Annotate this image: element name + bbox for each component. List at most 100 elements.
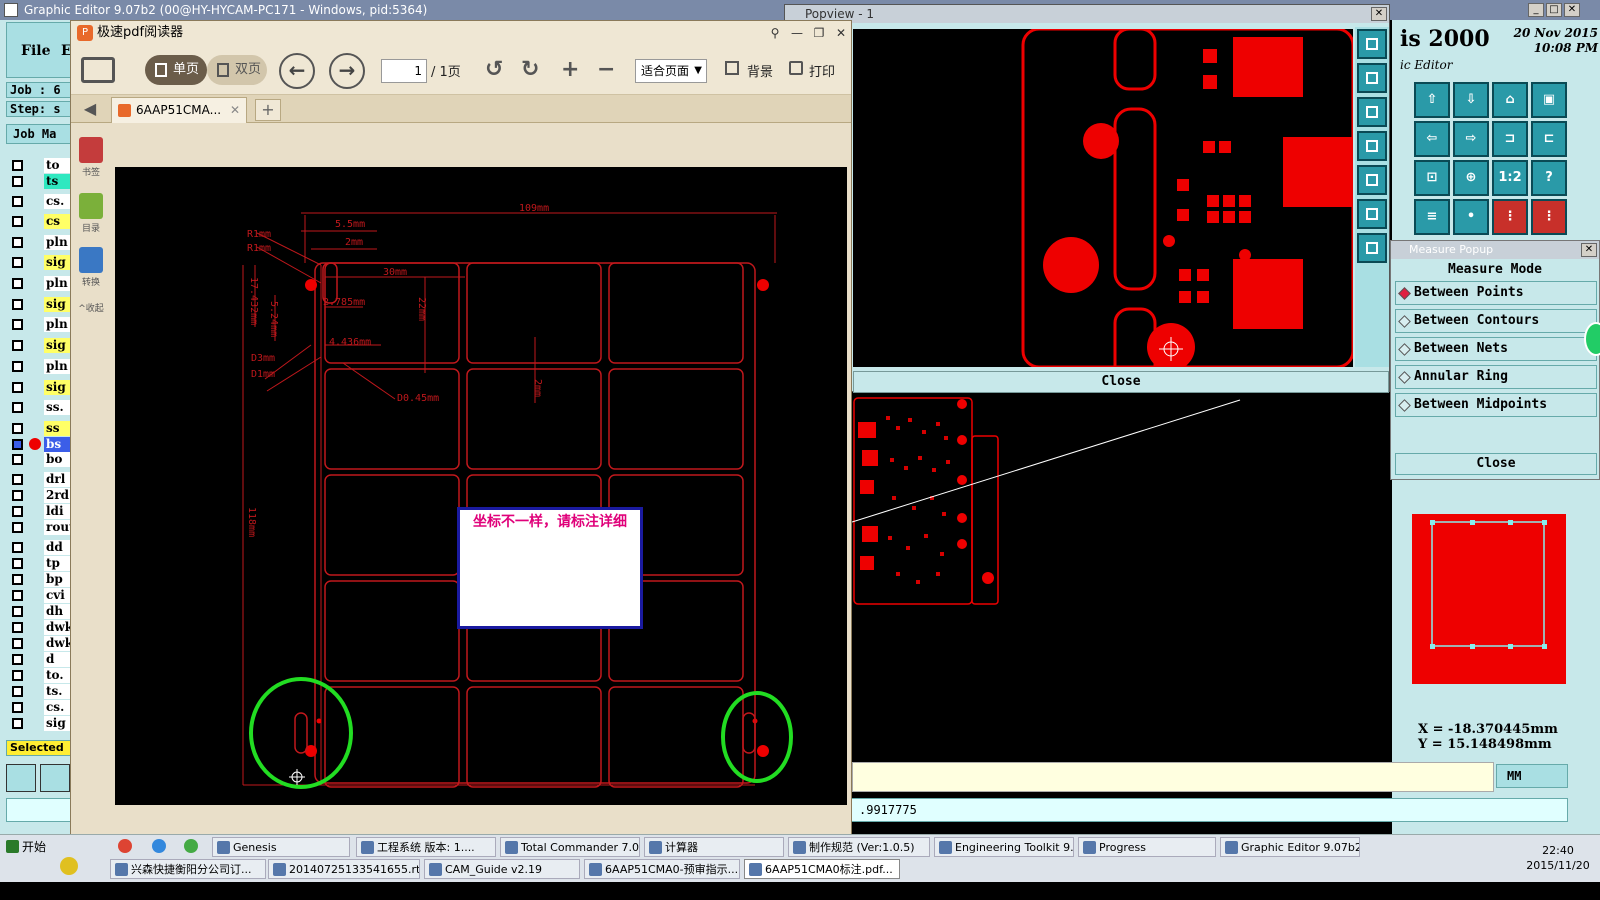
layer-checkbox[interactable] [12,160,23,171]
layer-checkbox[interactable] [12,319,23,330]
option-between-contours[interactable]: Between Contours [1395,309,1597,333]
taskbar-app[interactable]: 计算器 [644,837,784,857]
layer-row[interactable]: ts. [10,684,72,699]
zoom-out-icon[interactable] [1357,233,1387,263]
layer-row[interactable]: bo [10,452,72,467]
layer-row[interactable]: sig [10,338,72,353]
home-icon[interactable]: ⌂ [1492,82,1528,118]
layer-checkbox[interactable] [12,439,23,450]
popview-title-bar[interactable]: Popview - 1 [785,5,1389,23]
layer-row[interactable]: pln [10,317,72,332]
open-folder-icon[interactable] [81,57,115,83]
layer-row[interactable]: dwk [10,636,72,651]
layer-row[interactable]: dwk [10,620,72,635]
layer-checkbox[interactable] [12,257,23,268]
taskbar-app[interactable]: 制作规范 (Ver:1.0.5) [788,837,930,857]
right-arrow-icon[interactable]: ⇨ [1453,121,1489,157]
print-button[interactable]: 打印 [809,61,835,80]
pdf-page-canvas[interactable]: 109mm 5.5mm 2mm R1mm R1mm 30mm 2.785mm 4… [115,167,847,805]
sidebar-item-convert[interactable]: 转换 [75,247,107,288]
background-button[interactable]: 背景 [747,61,773,80]
line-icon[interactable]: • [1453,199,1489,235]
pdf-menu-icon[interactable]: ⚲ [765,23,785,43]
layer-checkbox[interactable] [12,558,23,569]
pdf-title-bar[interactable]: P 极速pdf阅读器 [71,21,851,45]
frame-icon[interactable]: ▣ [1531,82,1567,118]
units-button[interactable]: MM [1496,764,1568,788]
browser-icon[interactable] [118,839,132,853]
taskbar-app[interactable]: Progress [1078,837,1216,857]
sidebar-collapse-button[interactable]: ^收起 [75,301,107,314]
zoom-in-icon[interactable]: + [561,57,579,83]
layer-checkbox[interactable] [12,237,23,248]
layer-row[interactable]: cs. [10,700,72,715]
comment-callout[interactable]: 坐标不一样，请标注详细 [457,507,643,629]
layer-checkbox[interactable] [12,638,23,649]
tab-document[interactable]: 6AAP51CMA... ✕ [111,97,247,123]
option-between-points[interactable]: Between Points [1395,281,1597,305]
layer-stack-icon[interactable]: ⋮ [1492,199,1528,235]
layer-row[interactable]: 2rd [10,488,72,503]
layer-row[interactable]: pln [10,276,72,291]
layer-row[interactable]: sig [10,716,72,731]
layer-checkbox[interactable] [12,718,23,729]
layer-checkbox[interactable] [12,622,23,633]
measure-close-icon[interactable]: ✕ [1581,243,1597,257]
zoom-in-icon[interactable] [1357,199,1387,229]
clock[interactable]: 22:40 2015/11/20 [1520,843,1596,873]
system-tray[interactable] [1380,841,1510,879]
layer-row[interactable]: rout [10,520,72,535]
maximize-icon[interactable]: □ [1546,3,1562,17]
scale-icon[interactable]: 1:2 [1492,160,1528,196]
taskbar-app[interactable]: 20140725133541655.rtf... [268,859,420,879]
layer-checkbox[interactable] [12,196,23,207]
layer-row[interactable]: cs [10,214,72,229]
net-icon[interactable]: ⋮ [1531,199,1567,235]
layer-row[interactable]: pln [10,359,72,374]
ie-icon[interactable] [152,839,166,853]
double-page-button[interactable]: 双页 [207,55,267,85]
minimize-icon[interactable]: _ [1528,3,1544,17]
measure-title-bar[interactable]: Measure Popup [1391,241,1599,259]
pan-down-icon[interactable] [1357,97,1387,127]
center-icon[interactable]: ⊕ [1453,160,1489,196]
layer-checkbox[interactable] [12,574,23,585]
measure-tool-icon[interactable] [40,764,70,792]
layer-checkbox[interactable] [12,542,23,553]
layer-checkbox[interactable] [12,670,23,681]
pdf-maximize-icon[interactable]: ❐ [809,23,829,43]
printer-icon[interactable] [789,61,803,75]
single-page-button[interactable]: 单页 [145,55,207,85]
layer-checkbox[interactable] [12,522,23,533]
layer-row[interactable]: pln [10,235,72,250]
down-arrow-icon[interactable]: ⇩ [1453,82,1489,118]
fit-view-icon[interactable] [1357,29,1387,59]
taskbar-app[interactable]: 6AAP51CMA0标注.pdf... [744,859,900,879]
prev-page-icon[interactable]: ← [279,53,315,89]
popview-canvas[interactable] [853,27,1355,381]
snap-icon[interactable]: ⊐ [1492,121,1528,157]
job-matrix-button[interactable]: Job Ma [6,124,72,144]
measure-close-button[interactable]: Close [1395,453,1597,475]
layer-row[interactable]: ss. [10,400,72,415]
command-line[interactable] [852,762,1494,792]
layer-row[interactable]: cs. [10,194,72,209]
layer-row[interactable]: ss [10,421,72,436]
pdf-close-icon[interactable]: ✕ [831,23,851,43]
layer-checkbox[interactable] [12,278,23,289]
rotate-left-icon[interactable]: ↺ [485,57,503,83]
up-arrow-icon[interactable]: ⇧ [1414,82,1450,118]
option-between-midpoints[interactable]: Between Midpoints [1395,393,1597,417]
layer-row[interactable]: drl [10,472,72,487]
taskbar-app[interactable]: 兴森快捷衡阳分公司订... [110,859,266,879]
layer-checkbox[interactable] [12,474,23,485]
layer-checkbox[interactable] [12,176,23,187]
cursor-icon[interactable]: ≡ [1414,199,1450,235]
tab-close-icon[interactable]: ✕ [230,98,240,122]
layer-checkbox[interactable] [12,340,23,351]
layer-checkbox[interactable] [12,299,23,310]
layer-checkbox[interactable] [12,506,23,517]
taskbar-app[interactable]: 工程系统 版本: 1.... [356,837,496,857]
page-number-input[interactable] [381,59,427,83]
layer-checkbox[interactable] [12,702,23,713]
